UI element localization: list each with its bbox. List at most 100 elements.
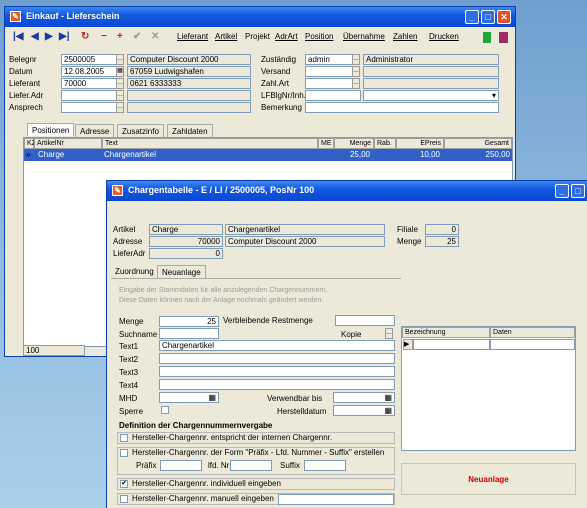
kopie-button[interactable]: … [385,328,393,339]
grid-header-kz[interactable]: KZ [24,138,36,149]
sperre-checkbox[interactable] [161,406,169,414]
tab-positionen[interactable]: Positionen [27,123,75,136]
bemerkung-field[interactable] [305,102,499,113]
last-record-icon[interactable]: ▶| [59,31,70,42]
text1-field[interactable]: Chargenartikel [159,340,395,351]
add-icon[interactable]: + [117,31,123,42]
maximize-button[interactable]: □ [481,10,495,24]
tab-adresse[interactable]: Adresse [75,124,115,137]
menu-projekt[interactable]: Projekt [245,32,270,41]
option-manuell-checkbox[interactable] [120,495,128,503]
green-status-icon[interactable] [483,32,491,43]
versand-name [363,66,499,77]
row-text[interactable]: Chargenartikel [104,150,156,159]
zustaendig-lookup-button[interactable]: … [352,54,360,65]
grid-cell-bezeichnung[interactable] [413,339,490,350]
menu-zahlen[interactable]: Zahlen [393,32,417,41]
menu-position[interactable]: Position [305,32,333,41]
row-menge[interactable]: 25,00 [350,150,370,159]
minimize-button[interactable]: _ [465,10,479,24]
text3-field[interactable] [159,366,395,377]
menge2-field[interactable]: 25 [159,316,219,327]
datum-field[interactable]: 12.08.2005 [61,66,117,77]
menu-artikel[interactable]: Artikel [215,32,237,41]
belegnr-field[interactable]: 2500005 [61,54,117,65]
suchname-field[interactable] [159,328,219,339]
first-record-icon[interactable]: |◀ [13,31,24,42]
calendar-icon[interactable]: ▦ [116,66,124,77]
cancel-icon[interactable]: ✕ [151,31,159,42]
grid-header-rab[interactable]: Rab. [374,138,396,149]
prev-record-icon[interactable]: ◀ [31,31,39,42]
option-individuell-row[interactable]: ✔ Hersteller-Chargennr. individuell eing… [117,478,395,490]
grid-header-me[interactable]: ME [318,138,334,149]
table-row[interactable]: » Charge Chargenartikel 25,00 10,00 250,… [24,149,512,161]
charge-minimize-button[interactable]: _ [555,184,569,198]
grid-header-menge[interactable]: Menge [334,138,374,149]
grid-header-artikelnr[interactable]: ArtikelNr [34,138,102,149]
close-button[interactable]: ✕ [497,10,511,24]
delete-icon[interactable]: − [101,31,107,42]
text1-label: Text1 [119,342,139,351]
praefix-field[interactable] [160,460,202,471]
praefix-label: Präfix [136,461,157,470]
neuanlage-button[interactable]: Neuanlage [401,463,576,495]
tab-zusatzinfo[interactable]: Zusatzinfo [117,124,164,137]
ansprech-lookup-button[interactable]: … [116,102,124,113]
lf-blg-field[interactable] [305,90,361,101]
versand-field[interactable] [305,66,353,77]
tab-neuanlage[interactable]: Neuanlage [157,265,206,278]
grid-header-bezeichnung[interactable]: Bezeichnung [402,327,490,338]
option-praefix-row[interactable]: Hersteller-Chargennr. der Form "Präfix -… [117,447,395,475]
row-artikelnr[interactable]: Charge [38,150,64,159]
liefer-adr-field[interactable] [61,90,117,101]
herstelldatum-field[interactable]: ▦ [333,405,395,416]
verwendbar-field[interactable]: ▦ [333,392,395,403]
menu-uebernahme[interactable]: Übernahme [343,32,385,41]
text2-field[interactable] [159,353,395,364]
option-individuell-checkbox[interactable]: ✔ [120,480,128,488]
tab-zahldaten[interactable]: Zahldaten [167,124,213,137]
row-gesamt[interactable]: 250,00 [486,150,510,159]
grid-header-daten[interactable]: Daten [490,327,575,338]
grid-header-text[interactable]: Text [102,138,318,149]
belegnr-lookup-button[interactable]: … [116,54,124,65]
liefer-adr-lookup-button[interactable]: … [116,90,124,101]
menu-drucken[interactable]: Drucken [429,32,459,41]
grid-header-gesamt[interactable]: Gesamt [444,138,512,149]
option-praefix-checkbox[interactable] [120,449,128,457]
zustaendig-field[interactable]: admin [305,54,353,65]
refresh-icon[interactable]: ↻ [81,31,89,42]
text4-field[interactable] [159,379,395,390]
lfdnr-field[interactable] [230,460,272,471]
mhd-field[interactable]: ▦ [159,392,219,403]
lieferant-lookup-button[interactable]: … [116,78,124,89]
menu-adrart[interactable]: AdrArt [275,32,298,41]
grid-cell-daten[interactable] [490,339,575,350]
option-intern-checkbox[interactable] [120,434,128,442]
lf-blg-dropdown[interactable]: ▾ [363,90,499,101]
zahl-art-field[interactable] [305,78,353,89]
next-record-icon[interactable]: ▶ [45,31,53,42]
lieferant-field[interactable]: 70000 [61,78,117,89]
menge-field: 25 [425,236,459,247]
suffix-field[interactable] [304,460,346,471]
menge2-label: Menge [119,317,144,326]
versand-lookup-button[interactable]: … [352,66,360,77]
charge-maximize-button[interactable]: □ [571,184,585,198]
title-bar[interactable]: ✎ Einkauf - Lieferschein _ □ ✕ [5,7,515,27]
zahl-art-lookup-button[interactable]: … [352,78,360,89]
restmenge-field[interactable] [335,315,395,326]
save-icon[interactable]: ✔ [133,31,141,42]
menu-lieferant[interactable]: Lieferant [177,32,208,41]
option-intern-row[interactable]: Hersteller-Chargennr. entspricht der int… [117,432,395,444]
zustaendig-label: Zuständig [261,55,297,64]
book-icon[interactable] [499,32,508,43]
row-epreis[interactable]: 10,00 [420,150,440,159]
ansprech-field[interactable] [61,102,117,113]
tab-zuordnung[interactable]: Zuordnung [111,265,158,278]
charge-title-bar[interactable]: ✎ Chargentabelle - E / LI / 2500005, Pos… [107,181,587,201]
manuell-field[interactable] [278,494,394,505]
grid-header-epreis[interactable]: EPreis [396,138,444,149]
option-manuell-row[interactable]: Hersteller-Chargennr. manuell eingeben [117,493,395,505]
